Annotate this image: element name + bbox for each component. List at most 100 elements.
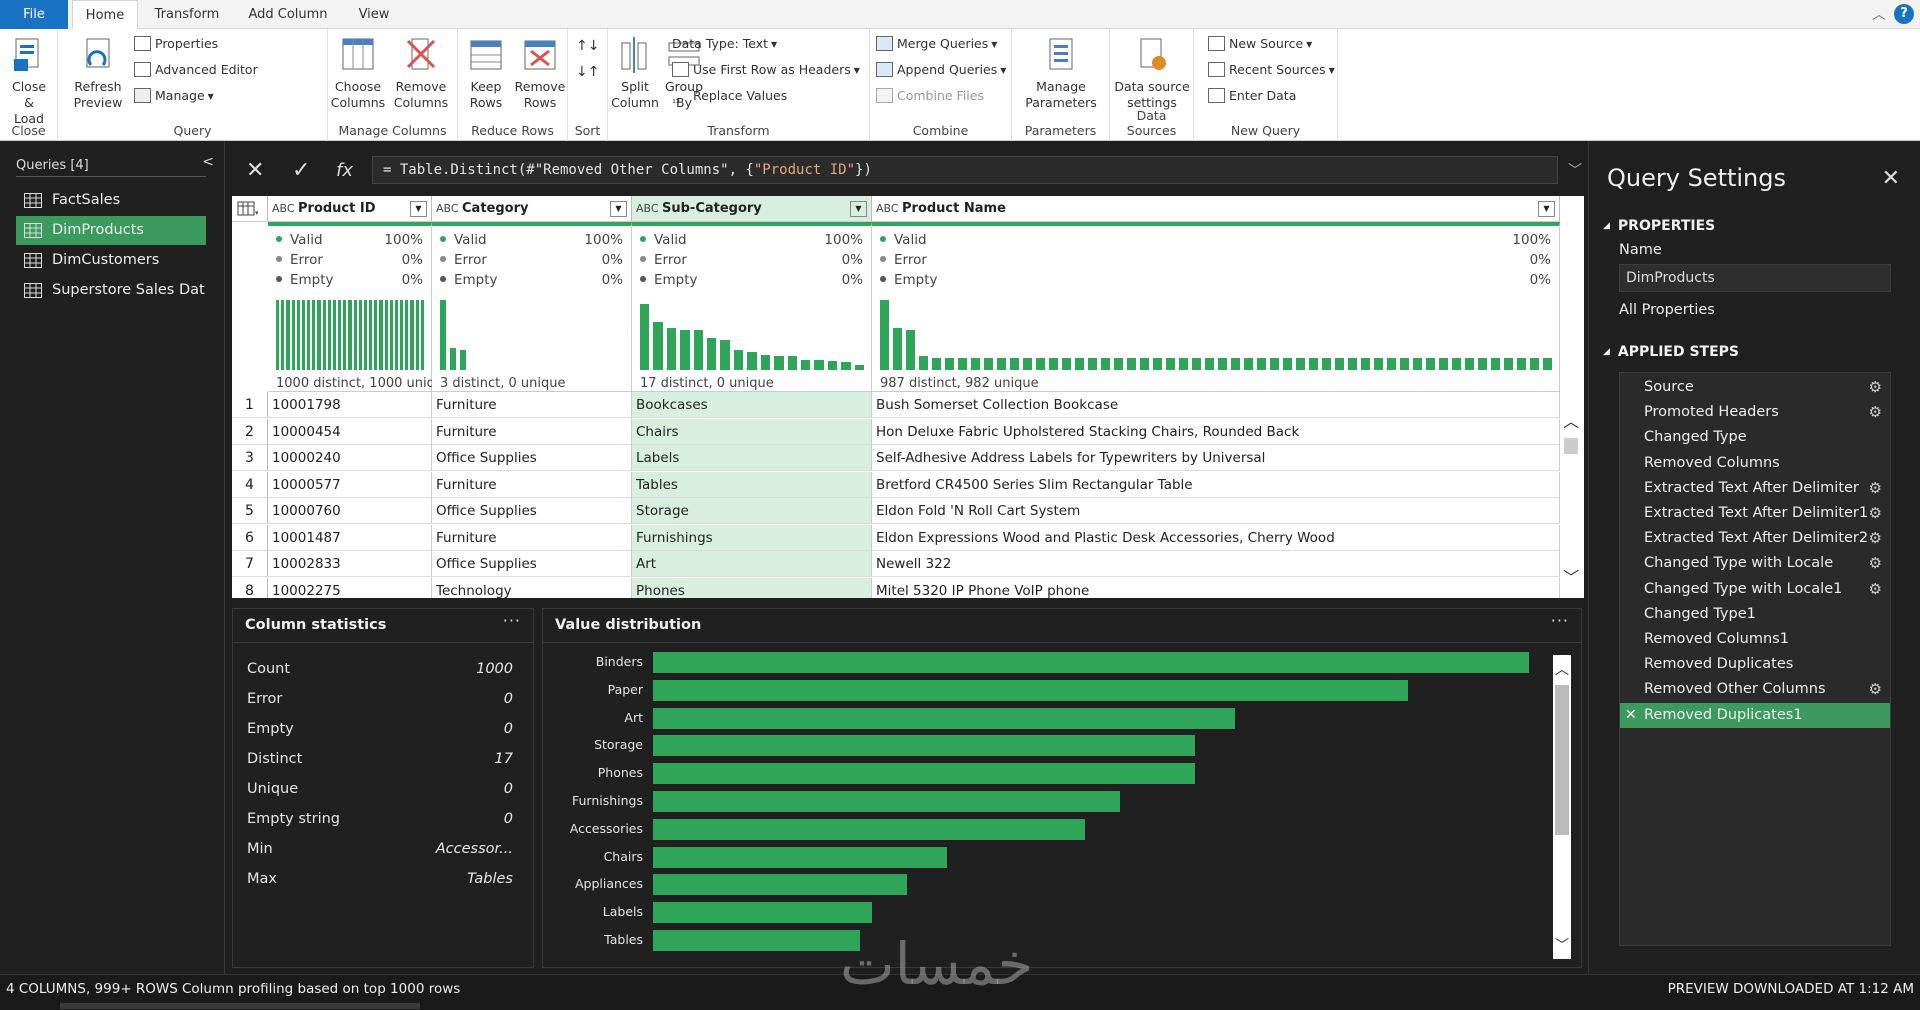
- applied-step[interactable]: Extracted Text After Delimiter ⚙: [1620, 476, 1890, 501]
- data-type-dropdown[interactable]: Data Type: Text ▼: [672, 33, 777, 55]
- row-number[interactable]: 8: [232, 577, 268, 598]
- grid-vertical-scrollbar[interactable]: ︿ ﹀: [1560, 396, 1582, 598]
- choose-columns-button[interactable]: Choose Columns: [330, 35, 386, 111]
- row-number[interactable]: 6: [232, 524, 268, 551]
- distribution-bar[interactable]: [653, 791, 1120, 812]
- help-icon[interactable]: ?: [1894, 4, 1914, 24]
- gear-icon[interactable]: ⚙: [1869, 577, 1882, 602]
- table-cell[interactable]: 10001487: [268, 524, 432, 551]
- distribution-bar[interactable]: [653, 874, 907, 896]
- column-histogram[interactable]: [276, 296, 424, 370]
- gear-icon[interactable]: ⚙: [1869, 476, 1882, 501]
- table-cell[interactable]: 10001798: [268, 392, 432, 418]
- table-cell[interactable]: Storage: [632, 498, 872, 524]
- query-item[interactable]: DimProducts: [16, 216, 206, 245]
- tab-home[interactable]: Home: [72, 0, 138, 30]
- row-number[interactable]: 1: [232, 392, 268, 418]
- applied-step[interactable]: Removed Duplicates: [1620, 652, 1890, 677]
- close-load-button[interactable]: Close & Load: [6, 35, 52, 127]
- delete-step-icon[interactable]: ✕: [1625, 703, 1637, 728]
- table-cell[interactable]: Eldon Expressions Wood and Plastic Desk …: [872, 524, 1560, 551]
- scroll-down-icon[interactable]: ﹀: [1555, 935, 1569, 955]
- applied-step[interactable]: Extracted Text After Delimiter2 ⚙: [1620, 526, 1890, 551]
- table-cell[interactable]: Furniture: [432, 524, 632, 551]
- table-menu-button[interactable]: ▾: [232, 196, 268, 222]
- table-cell[interactable]: Newell 322: [872, 551, 1560, 577]
- table-cell[interactable]: Mitel 5320 IP Phone VoIP phone: [872, 577, 1560, 598]
- row-number[interactable]: 5: [232, 498, 268, 524]
- column-header[interactable]: ABC Sub-Category ▼: [632, 196, 872, 222]
- column-histogram[interactable]: [640, 296, 864, 370]
- cancel-formula-icon[interactable]: ✕: [246, 158, 264, 183]
- tab-transform[interactable]: Transform: [142, 0, 232, 29]
- text-type-icon[interactable]: ABC: [636, 196, 659, 222]
- collapse-pane-icon[interactable]: <: [202, 154, 214, 170]
- text-type-icon[interactable]: ABC: [436, 196, 459, 222]
- column-histogram[interactable]: [440, 296, 623, 370]
- table-cell[interactable]: 10000760: [268, 498, 432, 524]
- table-cell[interactable]: 10000454: [268, 418, 432, 445]
- sort-ascending-icon[interactable]: ↑↓: [576, 35, 599, 57]
- row-number[interactable]: 3: [232, 445, 268, 471]
- row-number[interactable]: 4: [232, 471, 268, 498]
- applied-step[interactable]: Changed Type with Locale ⚙: [1620, 551, 1890, 576]
- table-cell[interactable]: Office Supplies: [432, 498, 632, 524]
- query-item[interactable]: DimCustomers: [16, 246, 206, 275]
- table-cell[interactable]: Furniture: [432, 418, 632, 445]
- tab-file[interactable]: File: [0, 0, 68, 29]
- table-cell[interactable]: 10000577: [268, 471, 432, 498]
- table-cell[interactable]: Tables: [632, 471, 872, 498]
- gear-icon[interactable]: ⚙: [1869, 501, 1882, 526]
- replace-values-button[interactable]: ₁₂ Replace Values: [672, 85, 787, 107]
- table-cell[interactable]: Furniture: [432, 471, 632, 498]
- scroll-down-icon[interactable]: ﹀: [1563, 564, 1579, 588]
- new-source-button[interactable]: New Source ▼: [1208, 33, 1312, 55]
- formula-input[interactable]: = Table.Distinct(#"Removed Other Columns…: [372, 156, 1558, 184]
- all-properties-link[interactable]: All Properties: [1619, 302, 1715, 318]
- remove-rows-button[interactable]: Remove Rows: [514, 35, 566, 111]
- column-header[interactable]: ABC Product ID ▼: [268, 196, 432, 222]
- properties-section-header[interactable]: ◢ PROPERTIES: [1603, 218, 1715, 234]
- query-item[interactable]: Superstore Sales Dat...: [16, 276, 206, 305]
- column-header[interactable]: ABC Category ▼: [432, 196, 632, 222]
- fx-icon[interactable]: fx: [336, 160, 353, 181]
- gear-icon[interactable]: ⚙: [1869, 677, 1882, 702]
- refresh-preview-button[interactable]: Refresh Preview: [70, 35, 126, 111]
- table-cell[interactable]: 10000240: [268, 445, 432, 471]
- query-name-input[interactable]: DimProducts: [1619, 264, 1891, 292]
- gear-icon[interactable]: ⚙: [1869, 551, 1882, 576]
- column-histogram[interactable]: [880, 296, 1552, 370]
- remove-columns-button[interactable]: Remove Columns: [390, 35, 452, 111]
- table-cell[interactable]: Bush Somerset Collection Bookcase: [872, 392, 1560, 418]
- applied-step[interactable]: Source ⚙: [1620, 375, 1890, 400]
- sort-descending-icon[interactable]: ↓↑: [576, 61, 599, 83]
- text-type-icon[interactable]: ABC: [876, 196, 899, 222]
- enter-data-button[interactable]: Enter Data: [1208, 85, 1296, 107]
- gear-icon[interactable]: ⚙: [1869, 526, 1882, 551]
- recent-sources-button[interactable]: Recent Sources ▼: [1208, 59, 1335, 81]
- table-cell[interactable]: Eldon Fold 'N Roll Cart System: [872, 498, 1560, 524]
- distribution-bar[interactable]: [653, 818, 1086, 840]
- scroll-thumb[interactable]: [1564, 438, 1578, 454]
- horizontal-scrollbar[interactable]: [60, 1003, 420, 1009]
- table-cell[interactable]: Furnishings: [632, 524, 872, 551]
- distribution-bar[interactable]: [653, 652, 1529, 673]
- column-filter-dropdown-icon[interactable]: ▼: [410, 201, 427, 217]
- applied-step[interactable]: ✕ Removed Duplicates1: [1620, 702, 1890, 728]
- distribution-bar[interactable]: [653, 763, 1195, 785]
- distribution-bar[interactable]: [653, 735, 1195, 757]
- combine-files-button[interactable]: Combine Files: [876, 85, 984, 107]
- scroll-thumb[interactable]: [1555, 685, 1569, 835]
- expand-formula-icon[interactable]: ﹀: [1568, 160, 1582, 180]
- column-filter-dropdown-icon[interactable]: ▼: [1538, 201, 1555, 217]
- applied-step[interactable]: Extracted Text After Delimiter1 ⚙: [1620, 501, 1890, 526]
- row-number[interactable]: 7: [232, 551, 268, 577]
- commit-formula-icon[interactable]: ✓: [292, 158, 310, 183]
- distribution-bar[interactable]: [653, 846, 947, 868]
- applied-step[interactable]: Removed Columns: [1620, 451, 1890, 476]
- more-options-icon[interactable]: ···: [1551, 611, 1569, 630]
- text-type-icon[interactable]: ABC: [272, 196, 295, 222]
- keep-rows-button[interactable]: Keep Rows: [460, 35, 512, 111]
- tab-view[interactable]: View: [344, 0, 404, 29]
- applied-step[interactable]: Removed Columns1: [1620, 627, 1890, 652]
